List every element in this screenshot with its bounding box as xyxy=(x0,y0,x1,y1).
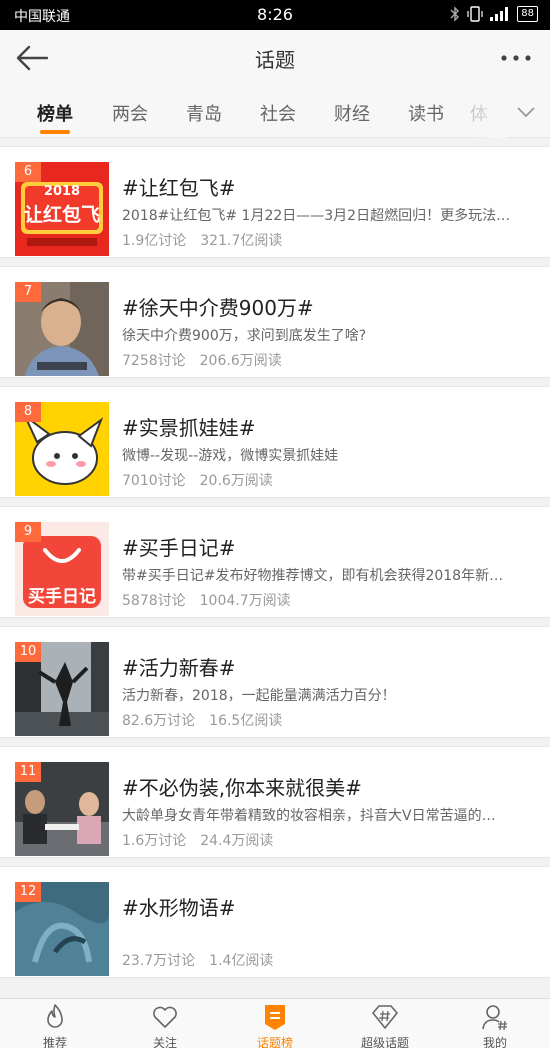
topic-description: 2018#让红包飞# 1月22日——3月2日超燃回归！更多玩法… xyxy=(122,208,511,224)
topic-title: #让红包飞# xyxy=(122,176,236,200)
topic-title: #买手日记# xyxy=(122,536,236,560)
topic-title: #徐天中介费900万# xyxy=(122,296,314,320)
nav-label: 推荐 xyxy=(42,1036,67,1048)
expand-tabs-button[interactable] xyxy=(512,98,540,126)
nav-mine[interactable]: 我的 xyxy=(440,999,550,1048)
top-bar: 话题 xyxy=(0,30,550,86)
read-count: 321.7亿阅读 xyxy=(200,233,283,249)
signal-icon xyxy=(490,7,509,21)
topic-thumbnail: 10 xyxy=(15,642,109,736)
topic-title: #水形物语# xyxy=(122,896,236,920)
topic-item[interactable]: 11 #不必伪装,你本来就很美# 大龄单身女青年带着精致的妆容相亲，抖音大V日常… xyxy=(0,746,550,858)
nav-topic-ranking[interactable]: 话题榜 xyxy=(220,999,330,1048)
topic-item[interactable]: 7 #徐天中介费900万# 徐天中介费900万，求问到底发生了啥? 7258讨论… xyxy=(0,266,550,378)
tab-qingdao[interactable]: 青岛 xyxy=(174,100,234,126)
discussion-count: 7258讨论 xyxy=(122,353,186,369)
nav-recommend[interactable]: 推荐 xyxy=(0,999,110,1048)
topic-stats: 1.6万讨论 24.4万阅读 xyxy=(122,830,273,850)
read-count: 24.4万阅读 xyxy=(200,833,274,849)
topic-item[interactable]: 2018 让红包飞 6 #让红包飞# 2018#让红包飞# 1月22日——3月2… xyxy=(0,146,550,258)
topic-thumbnail: 7 xyxy=(15,282,109,376)
flame-icon xyxy=(47,1004,63,1028)
thumb-text: 买手日记 xyxy=(28,587,96,607)
rank-badge: 10 xyxy=(15,642,41,662)
battery-indicator: 88 xyxy=(517,6,538,22)
discussion-count: 7010讨论 xyxy=(122,473,186,489)
chevron-down-icon xyxy=(517,107,535,118)
page-title: 话题 xyxy=(255,48,295,72)
status-bar: 中国联通 8:26 88 xyxy=(0,0,550,30)
topic-description: 大龄单身女青年带着精致的妆容相亲，抖音大V日常苦逼的… xyxy=(122,808,496,824)
topic-stats: 1.9亿讨论 321.7亿阅读 xyxy=(122,230,282,250)
nav-label: 话题榜 xyxy=(256,1036,293,1048)
topic-item[interactable]: 10 #活力新春# 活力新春，2018，一起能量满满活力百分！ 82.6万讨论 1… xyxy=(0,626,550,738)
bottom-nav: 推荐 关注 话题榜 超级话题 我的 xyxy=(0,998,550,1048)
read-count: 1004.7万阅读 xyxy=(199,593,291,609)
topic-thumbnail: 2018 让红包飞 6 xyxy=(15,162,109,256)
rank-badge: 12 xyxy=(15,882,41,902)
topic-thumbnail: 12 xyxy=(15,882,109,976)
back-button[interactable] xyxy=(14,42,54,74)
read-count: 16.5亿阅读 xyxy=(209,713,283,729)
topic-list-icon xyxy=(265,1005,285,1030)
topic-item[interactable]: 8 #实景抓娃娃# 微博--发现--游戏，微博实景抓娃娃 7010讨论 20.6万… xyxy=(0,386,550,498)
topic-stats: 5878讨论 1004.7万阅读 xyxy=(122,590,291,610)
nav-super-topic[interactable]: 超级话题 xyxy=(330,999,440,1048)
topic-title: #不必伪装,你本来就很美# xyxy=(122,776,362,800)
heart-icon xyxy=(153,1006,177,1028)
topic-thumbnail: 买手日记 9 xyxy=(15,522,109,616)
active-tab-indicator xyxy=(40,130,70,134)
tab-society[interactable]: 社会 xyxy=(248,100,308,126)
more-dots-icon xyxy=(501,55,531,61)
discussion-count: 1.6万讨论 xyxy=(122,833,187,849)
topic-stats: 82.6万讨论 16.5亿阅读 xyxy=(122,710,282,730)
topic-thumbnail: 11 xyxy=(15,762,109,856)
read-count: 20.6万阅读 xyxy=(199,473,273,489)
vibrate-icon xyxy=(467,6,483,22)
topic-description: 带#买手日记#发布好物推荐博文，即有机会获得2018年新… xyxy=(122,568,504,584)
status-icons: 88 xyxy=(450,6,538,22)
rank-badge: 9 xyxy=(15,522,41,542)
read-count: 1.4亿阅读 xyxy=(209,953,274,969)
bluetooth-icon xyxy=(450,6,460,22)
user-hashtag-icon xyxy=(482,1005,507,1031)
rank-badge: 11 xyxy=(15,762,41,782)
topic-title: #实景抓娃娃# xyxy=(122,416,256,440)
back-arrow-icon xyxy=(16,45,49,71)
more-button[interactable] xyxy=(496,42,536,74)
nav-label: 超级话题 xyxy=(360,1036,409,1048)
category-tabs: 榜单 两会 青岛 社会 财经 读书 体 xyxy=(0,86,550,138)
rank-badge: 8 xyxy=(15,402,41,422)
tab-books[interactable]: 读书 xyxy=(396,100,456,126)
hashtag-diamond-icon xyxy=(372,1005,398,1029)
discussion-count: 23.7万讨论 xyxy=(122,953,196,969)
tab-two-sessions[interactable]: 两会 xyxy=(100,100,160,126)
topic-stats: 7258讨论 206.6万阅读 xyxy=(122,350,282,370)
topic-description: 活力新春，2018，一起能量满满活力百分！ xyxy=(122,688,396,704)
topic-item[interactable]: 12 #水形物语# 23.7万讨论 1.4亿阅读 xyxy=(0,866,550,978)
nav-follow[interactable]: 关注 xyxy=(110,999,220,1048)
thumb-slogan: 让红包飞 xyxy=(23,204,100,226)
rank-badge: 7 xyxy=(15,282,41,302)
read-count: 206.6万阅读 xyxy=(199,353,282,369)
discussion-count: 1.9亿讨论 xyxy=(122,233,187,249)
discussion-count: 82.6万讨论 xyxy=(122,713,196,729)
topic-stats: 7010讨论 20.6万阅读 xyxy=(122,470,273,490)
tab-fade xyxy=(466,86,506,138)
topic-stats: 23.7万讨论 1.4亿阅读 xyxy=(122,950,273,970)
topic-description: 徐天中介费900万，求问到底发生了啥? xyxy=(122,328,367,344)
nav-label: 关注 xyxy=(152,1036,177,1048)
topic-title: #活力新春# xyxy=(122,656,236,680)
topic-item[interactable]: 买手日记 9 #买手日记# 带#买手日记#发布好物推荐博文，即有机会获得2018… xyxy=(0,506,550,618)
topic-thumbnail: 8 xyxy=(15,402,109,496)
nav-label: 我的 xyxy=(482,1036,507,1048)
rank-badge: 6 xyxy=(15,162,41,182)
tab-rankings[interactable]: 榜单 xyxy=(25,100,85,126)
topic-description: 微博--发现--游戏，微博实景抓娃娃 xyxy=(122,448,339,464)
thumb-year: 2018 xyxy=(43,184,81,199)
discussion-count: 5878讨论 xyxy=(122,593,186,609)
tab-finance[interactable]: 财经 xyxy=(322,100,382,126)
